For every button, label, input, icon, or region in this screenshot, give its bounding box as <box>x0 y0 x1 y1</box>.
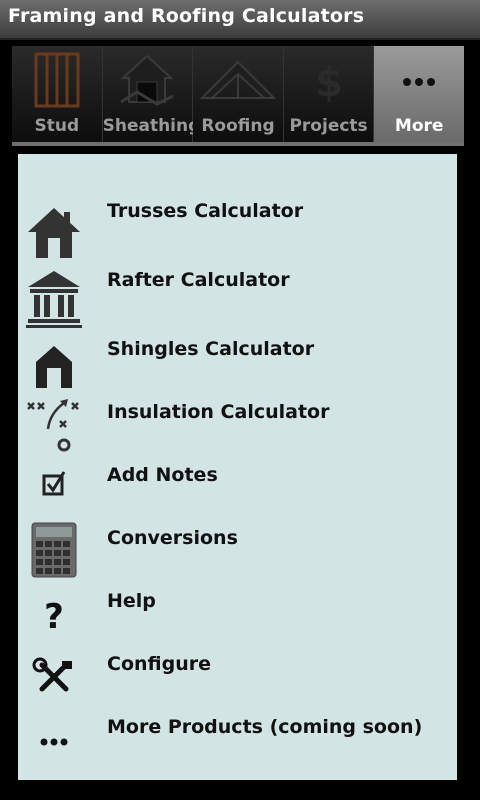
menu-item-more-products[interactable]: More Products (coming soon) <box>18 716 457 776</box>
roof-icon <box>193 52 283 110</box>
tab-divider <box>12 142 464 146</box>
menu-item-configure[interactable]: Configure <box>18 653 457 713</box>
menu-item-label: Configure <box>107 653 211 675</box>
svg-text:$: $ <box>315 60 343 106</box>
menu-item-label: Shingles Calculator <box>107 338 315 360</box>
tab-sheathing-label: Sheathing <box>102 116 201 136</box>
menu-item-label: More Products (coming soon) <box>107 716 423 738</box>
menu-item-label: Rafter Calculator <box>107 269 290 291</box>
calculator-icon <box>24 521 84 581</box>
checkbox-icon <box>24 466 84 526</box>
question-icon: ? <box>24 590 84 650</box>
house-icon <box>24 204 84 264</box>
tab-projects[interactable]: $ Projects <box>283 46 375 142</box>
menu-item-add-notes[interactable]: Add Notes <box>18 464 457 524</box>
bank-building-icon <box>24 269 84 329</box>
house-sheathing-icon <box>103 52 193 110</box>
menu-item-shingles[interactable]: Shingles Calculator <box>18 338 457 398</box>
tab-roofing[interactable]: Roofing <box>193 46 284 142</box>
tab-more[interactable]: More <box>374 46 464 142</box>
tab-sheathing[interactable]: Sheathing <box>102 46 201 142</box>
menu-item-label: Add Notes <box>107 464 218 486</box>
more-menu-list: Trusses Calculator Rafter Calculator Shi <box>18 154 457 780</box>
tab-roofing-label: Roofing <box>201 116 275 136</box>
svg-text:?: ? <box>44 597 64 634</box>
tab-stud[interactable]: Stud <box>12 46 103 142</box>
menu-item-help[interactable]: ? Help <box>18 590 457 650</box>
tab-projects-label: Projects <box>289 116 368 136</box>
menu-item-trusses[interactable]: Trusses Calculator <box>18 200 457 260</box>
menu-item-conversions[interactable]: Conversions <box>18 522 457 587</box>
menu-item-rafter[interactable]: Rafter Calculator <box>18 269 457 329</box>
play-diagram-icon <box>24 397 84 457</box>
menu-item-label: Insulation Calculator <box>107 401 330 423</box>
menu-item-insulation[interactable]: Insulation Calculator <box>18 399 457 461</box>
tab-stud-label: Stud <box>34 116 80 136</box>
app-title: Framing and Roofing Calculators <box>8 5 365 27</box>
menu-item-label: Conversions <box>107 527 238 549</box>
title-bar: Framing and Roofing Calculators <box>0 0 480 40</box>
menu-item-label: Help <box>107 590 156 612</box>
dollar-icon: $ <box>284 52 374 110</box>
tab-bar: Stud Sheathing Roofing $ Projects More <box>12 46 464 142</box>
more-dots-icon <box>24 722 84 782</box>
stud-frame-icon <box>12 52 102 110</box>
menu-item-label: Trusses Calculator <box>107 200 304 222</box>
tools-icon <box>24 655 84 715</box>
tab-more-label: More <box>394 116 444 136</box>
more-dots-icon <box>374 52 464 110</box>
shingle-house-icon <box>24 342 84 402</box>
